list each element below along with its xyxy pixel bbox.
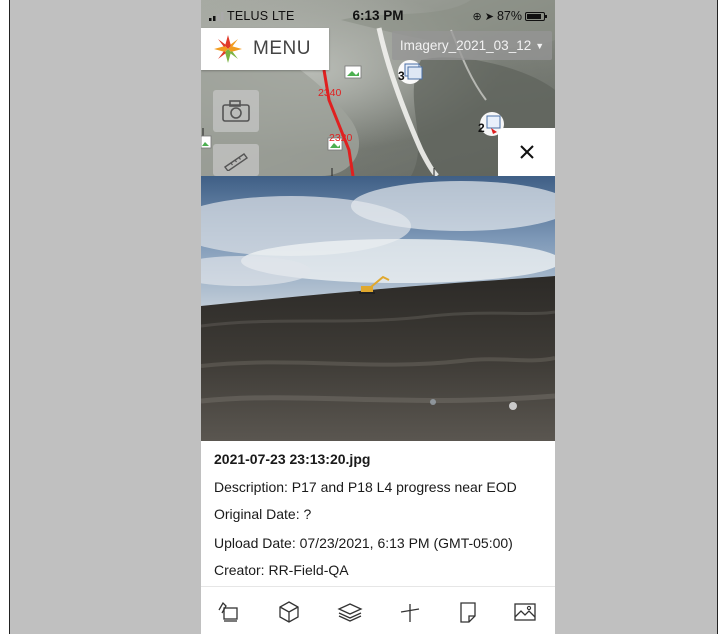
notes-button[interactable] <box>455 599 481 625</box>
3d-view-button[interactable] <box>276 599 302 625</box>
site-photo-image <box>201 176 555 441</box>
survey-tool-icon <box>218 601 238 622</box>
photo-creator: Creator: RR-Field-QA <box>214 562 349 578</box>
app-logo-icon <box>214 35 242 63</box>
status-bar: TELUS LTE 6:13 PM ⊕ ➤ 87% <box>201 0 555 28</box>
orientation-lock-icon: ⊕ <box>472 10 482 23</box>
survey-tool-button[interactable] <box>215 599 241 625</box>
menu-button[interactable]: MENU <box>201 28 329 70</box>
imagery-select[interactable]: Imagery_2021_03_12 ▼ <box>392 31 552 60</box>
imagery-select-value: Imagery_2021_03_12 <box>399 38 532 53</box>
images-button[interactable] <box>512 599 538 625</box>
bottom-toolbar <box>201 586 555 634</box>
photo-upload-date: Upload Date: 07/23/2021, 6:13 PM (GMT-05… <box>214 535 513 551</box>
status-indicators: ⊕ ➤ 87% <box>472 9 547 23</box>
photo-original-date: Original Date: ? <box>214 506 312 522</box>
cluster-count: 3 <box>398 69 405 83</box>
photo-description: Description: P17 and P18 L4 progress nea… <box>214 479 517 495</box>
map-image-marker[interactable] <box>201 135 212 149</box>
camera-button[interactable] <box>213 90 259 132</box>
phone-screen: 2340 2320 3 2 MENU Imagery_2021_03_12 ▼ … <box>201 0 555 634</box>
close-icon <box>519 145 534 159</box>
cluster-count: 2 <box>478 121 485 135</box>
menu-label: MENU <box>253 38 311 59</box>
measure-icon <box>400 604 420 622</box>
image-icon <box>514 603 536 621</box>
station-label: 2320 <box>329 132 353 144</box>
cube-icon <box>279 601 299 623</box>
site-photo[interactable] <box>201 176 555 441</box>
screenshot-frame: 2340 2320 3 2 MENU Imagery_2021_03_12 ▼ … <box>9 0 718 634</box>
location-arrow-icon: ➤ <box>484 10 494 23</box>
layers-icon <box>337 603 363 622</box>
layers-button[interactable] <box>337 599 363 625</box>
caret-down-icon: ▼ <box>535 40 545 51</box>
close-button[interactable] <box>498 128 555 176</box>
measure-button[interactable] <box>397 599 423 625</box>
ruler-button[interactable] <box>213 144 259 176</box>
document-icon <box>460 602 476 623</box>
photo-details: 2021-07-23 23:13:20.jpg Description: P17… <box>201 441 555 586</box>
ruler-icon <box>224 153 248 171</box>
station-label: 2340 <box>318 87 342 99</box>
battery-icon <box>525 11 547 21</box>
map-image-marker[interactable] <box>344 65 362 79</box>
camera-icon <box>222 100 250 122</box>
battery-percent: 87% <box>496 9 522 23</box>
photo-filename: 2021-07-23 23:13:20.jpg <box>214 451 371 467</box>
